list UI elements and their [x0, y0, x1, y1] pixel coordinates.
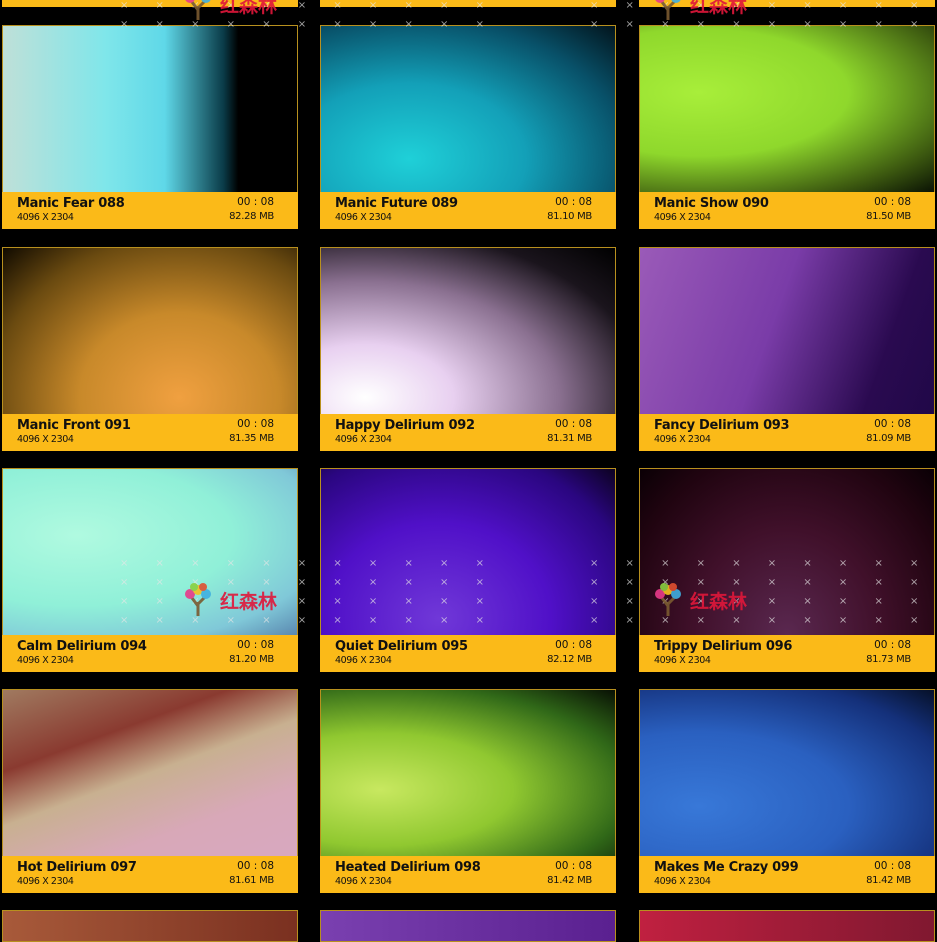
video-resolution: 4096 X 2304 [17, 434, 74, 445]
video-card[interactable]: Hot Delirium 097 4096 X 2304 00 : 08 81.… [2, 689, 298, 893]
video-file-size: 82.12 MB [547, 654, 592, 665]
watermark-text: 红森林 [690, 0, 748, 17]
video-title: Makes Me Crazy 099 [654, 860, 799, 875]
video-resolution: 4096 X 2304 [654, 212, 711, 223]
video-duration: 00 : 08 [237, 196, 274, 208]
watermark-logo: 红森林 [180, 0, 277, 22]
video-duration: 00 : 08 [555, 418, 592, 430]
video-resolution: 4096 X 2304 [335, 212, 392, 223]
video-title: Manic Fear 088 [17, 196, 125, 211]
video-file-size: 82.28 MB [229, 211, 274, 222]
video-card[interactable]: Fancy Delirium 093 4096 X 2304 00 : 08 8… [639, 247, 935, 451]
video-thumbnail[interactable] [320, 247, 616, 415]
video-duration: 00 : 08 [237, 639, 274, 651]
video-duration: 00 : 08 [237, 860, 274, 872]
watermark-pattern: × × × × × × × × × × × × × × × × × × × × … [590, 558, 931, 626]
video-file-size: 81.35 MB [229, 433, 274, 444]
video-info-bar: Calm Delirium 094 4096 X 2304 00 : 08 81… [2, 635, 298, 672]
video-resolution: 4096 X 2304 [17, 212, 74, 223]
video-thumbnail[interactable] [320, 689, 616, 857]
video-file-size: 81.50 MB [866, 211, 911, 222]
video-info-bar: Quiet Delirium 095 4096 X 2304 00 : 08 8… [320, 635, 616, 672]
partial-card-thumbnail[interactable] [320, 910, 616, 942]
video-resolution: 4096 X 2304 [654, 876, 711, 887]
video-file-size: 81.31 MB [547, 433, 592, 444]
video-file-size: 81.10 MB [547, 211, 592, 222]
video-duration: 00 : 08 [555, 639, 592, 651]
video-card[interactable]: Heated Delirium 098 4096 X 2304 00 : 08 … [320, 689, 616, 893]
video-thumbnail[interactable] [639, 247, 935, 415]
partial-card-thumbnail[interactable] [2, 910, 298, 942]
video-info-bar: Hot Delirium 097 4096 X 2304 00 : 08 81.… [2, 856, 298, 893]
video-file-size: 81.42 MB [866, 875, 911, 886]
video-title: Calm Delirium 094 [17, 639, 147, 654]
video-duration: 00 : 08 [555, 196, 592, 208]
video-duration: 00 : 08 [555, 860, 592, 872]
video-resolution: 4096 X 2304 [335, 655, 392, 666]
video-thumbnail[interactable] [639, 689, 935, 857]
video-file-size: 81.42 MB [547, 875, 592, 886]
video-duration: 00 : 08 [237, 418, 274, 430]
tree-icon [655, 583, 681, 616]
tree-icon [185, 583, 211, 616]
video-card[interactable]: Manic Front 091 4096 X 2304 00 : 08 81.3… [2, 247, 298, 451]
video-info-bar: Manic Future 089 4096 X 2304 00 : 08 81.… [320, 192, 616, 229]
video-resolution: 4096 X 2304 [654, 655, 711, 666]
video-info-bar: Heated Delirium 098 4096 X 2304 00 : 08 … [320, 856, 616, 893]
video-file-size: 81.09 MB [866, 433, 911, 444]
video-duration: 00 : 08 [874, 196, 911, 208]
video-info-bar: Trippy Delirium 096 4096 X 2304 00 : 08 … [639, 635, 935, 672]
watermark-text: 红森林 [220, 0, 278, 17]
video-thumbnail[interactable] [2, 25, 298, 193]
video-card[interactable]: Manic Fear 088 4096 X 2304 00 : 08 82.28… [2, 25, 298, 229]
video-title: Heated Delirium 098 [335, 860, 481, 875]
video-info-bar: Makes Me Crazy 099 4096 X 2304 00 : 08 8… [639, 856, 935, 893]
video-info-bar: Fancy Delirium 093 4096 X 2304 00 : 08 8… [639, 414, 935, 451]
video-resolution: 4096 X 2304 [17, 655, 74, 666]
partial-card-thumbnail[interactable] [639, 910, 935, 942]
video-card[interactable]: Makes Me Crazy 099 4096 X 2304 00 : 08 8… [639, 689, 935, 893]
tree-icon [655, 0, 681, 20]
video-file-size: 81.61 MB [229, 875, 274, 886]
video-duration: 00 : 08 [874, 418, 911, 430]
video-info-bar: Manic Fear 088 4096 X 2304 00 : 08 82.28… [2, 192, 298, 229]
video-card[interactable]: Manic Show 090 4096 X 2304 00 : 08 81.50… [639, 25, 935, 229]
video-resolution: 4096 X 2304 [17, 876, 74, 887]
video-title: Manic Future 089 [335, 196, 458, 211]
video-title: Trippy Delirium 096 [654, 639, 793, 654]
video-thumbnail[interactable] [2, 247, 298, 415]
video-card[interactable]: Happy Delirium 092 4096 X 2304 00 : 08 8… [320, 247, 616, 451]
video-resolution: 4096 X 2304 [335, 876, 392, 887]
video-thumbnail[interactable] [639, 25, 935, 193]
video-resolution: 4096 X 2304 [335, 434, 392, 445]
video-title: Happy Delirium 092 [335, 418, 475, 433]
video-info-bar: Happy Delirium 092 4096 X 2304 00 : 08 8… [320, 414, 616, 451]
video-title: Hot Delirium 097 [17, 860, 137, 875]
watermark-logo: 红森林 [650, 582, 747, 618]
watermark-text: 红森林 [690, 590, 748, 613]
video-info-bar: Manic Show 090 4096 X 2304 00 : 08 81.50… [639, 192, 935, 229]
watermark-pattern: × × × × × × × × × × × × × × × × × × × × … [120, 558, 496, 626]
tree-icon [185, 0, 211, 20]
video-file-size: 81.73 MB [866, 654, 911, 665]
video-duration: 00 : 08 [874, 639, 911, 651]
watermark-logo: 红森林 [180, 582, 277, 618]
watermark-logo: 红森林 [650, 0, 747, 22]
video-info-bar: Manic Front 091 4096 X 2304 00 : 08 81.3… [2, 414, 298, 451]
watermark-pattern: × × × × × × × × × × × × × × × × × × × × … [120, 0, 496, 30]
video-file-size: 81.20 MB [229, 654, 274, 665]
video-resolution: 4096 X 2304 [654, 434, 711, 445]
watermark-text: 红森林 [220, 590, 278, 613]
video-thumbnail[interactable] [2, 689, 298, 857]
video-title: Quiet Delirium 095 [335, 639, 468, 654]
video-thumbnail[interactable] [320, 25, 616, 193]
video-card[interactable]: Manic Future 089 4096 X 2304 00 : 08 81.… [320, 25, 616, 229]
watermark-pattern: × × × × × × × × × × × × × × × × × × × × … [590, 0, 931, 30]
video-title: Fancy Delirium 093 [654, 418, 790, 433]
video-title: Manic Front 091 [17, 418, 131, 433]
video-duration: 00 : 08 [874, 860, 911, 872]
video-title: Manic Show 090 [654, 196, 769, 211]
